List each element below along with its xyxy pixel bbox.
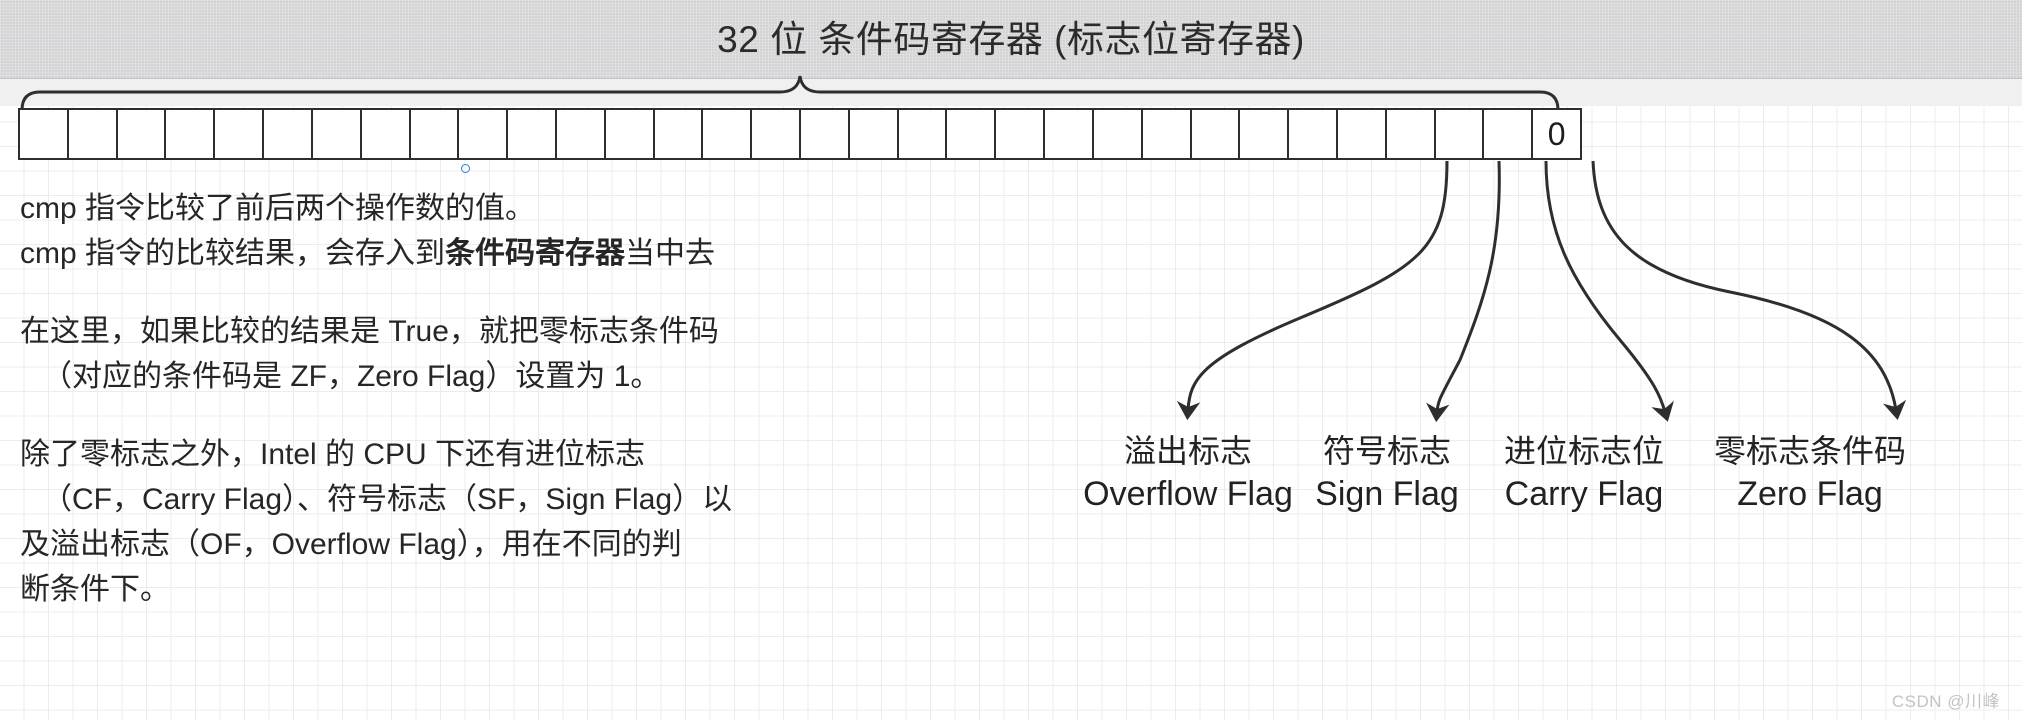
paragraph-1-line-2-suffix: 当中去 [625, 237, 716, 270]
register-bit-7 [1192, 110, 1241, 158]
arrow-to-zero-flag [1591, 160, 1907, 421]
register-bit-5 [1289, 110, 1338, 158]
paragraph-3: 除了零标志之外，Intel 的 CPU 下还有进位标志 （CF，Carry Fl… [20, 432, 740, 612]
register-bit-17 [703, 110, 753, 158]
register-bit-27 [215, 110, 265, 158]
register-bit-30 [69, 110, 118, 158]
register-bit-0: 0 [1547, 116, 1566, 152]
arrow-to-sign-flag [1426, 160, 1501, 423]
paragraph-2: 在这里，如果比较的结果是 True，就把零标志条件码 （对应的条件码是 ZF，Z… [20, 309, 740, 399]
register-bit-9 [1094, 110, 1143, 158]
register-bit-11 [996, 110, 1046, 158]
paragraph-1-line-2-bold: 条件码寄存器 [445, 237, 626, 270]
register-bit-10 [1045, 110, 1094, 158]
flag-label-zero: 零标志条件码 Zero Flag [1690, 430, 1930, 516]
register-bit-29 [118, 110, 167, 158]
flag-label-sign-en: Sign Flag [1315, 475, 1459, 513]
register-bit-8 [1143, 110, 1192, 158]
flag-label-carry-cn: 进位标志位 [1503, 433, 1664, 469]
flag-label-overflow: 溢出标志 Overflow Flag [1068, 430, 1308, 516]
register-bit-1 [1484, 110, 1534, 158]
register-bit-16 [752, 110, 801, 158]
page-title: 32 位 条件码寄存器 (标志位寄存器) [717, 19, 1305, 60]
register-bit-21 [508, 110, 557, 158]
paragraph-1-line-2-prefix: cmp 指令的比较结果，会存入到 [20, 237, 446, 270]
register-bit-18 [655, 110, 704, 158]
condition-code-register: 0 [18, 108, 1582, 160]
register-bit-14 [850, 110, 899, 158]
paragraph-3-line-4: 断条件下。 [20, 573, 170, 606]
register-bit-24 [362, 110, 411, 158]
flag-label-carry: 进位标志位 Carry Flag [1468, 430, 1700, 516]
paragraph-1-line-1: cmp 指令比较了前后两个操作数的值。 [20, 192, 536, 225]
flag-label-zero-en: Zero Flag [1737, 475, 1883, 513]
paragraph-3-line-2: （CF，Carry Flag）、符号标志（SF，Sign Flag）以 [42, 483, 733, 516]
paragraph-1-line-2: cmp 指令的比较结果，会存入到条件码寄存器当中去 [20, 231, 740, 276]
register-bit-6 [1240, 110, 1290, 158]
register-bit-19 [606, 110, 655, 158]
register-bit-26 [264, 110, 313, 158]
paragraph-3-line-1: 除了零标志之外，Intel 的 CPU 下还有进位标志 [20, 438, 646, 471]
register-bit-3 [1387, 110, 1436, 158]
flag-label-carry-en: Carry Flag [1504, 475, 1664, 513]
register-bit-13 [899, 110, 948, 158]
register-bit-12 [947, 110, 997, 158]
register-bit-23 [411, 110, 460, 158]
register-bit-31 [20, 110, 69, 158]
register-bit-22 [459, 110, 509, 158]
flag-label-sign: 符号标志 Sign Flag [1292, 430, 1482, 516]
register-bit-4 [1338, 110, 1387, 158]
arrow-to-overflow-flag [1176, 160, 1449, 421]
flag-label-zero-cn: 零标志条件码 [1713, 433, 1906, 469]
register-bit-28 [166, 110, 216, 158]
register-bit-2 [1436, 110, 1485, 158]
flag-label-sign-cn: 符号标志 [1322, 433, 1451, 469]
explanation-text: cmp 指令比较了前后两个操作数的值。 cmp 指令的比较结果，会存入到条件码寄… [20, 186, 740, 612]
register-bit-15 [801, 110, 850, 158]
paragraph-3-line-3: 及溢出标志（OF，Overflow Flag），用在不同的判 [20, 528, 682, 561]
flag-label-overflow-cn: 溢出标志 [1123, 433, 1252, 469]
register-bit-20 [557, 110, 606, 158]
diagram-canvas: 32 位 条件码寄存器 (标志位寄存器) 0 cmp 指令比较了前后两个操作数的… [0, 0, 2022, 720]
paragraph-2-line-2: （对应的条件码是 ZF，Zero Flag）设置为 1。 [42, 360, 661, 393]
paragraph-1: cmp 指令比较了前后两个操作数的值。 cmp 指令的比较结果，会存入到条件码寄… [20, 186, 740, 276]
brace-band [0, 79, 2022, 106]
watermark: CSDN @川峰 [1891, 692, 2000, 711]
blue-dot-marker [461, 164, 470, 173]
flag-label-overflow-en: Overflow Flag [1083, 475, 1293, 513]
paragraph-2-line-1: 在这里，如果比较的结果是 True，就把零标志条件码 [20, 315, 719, 348]
arrow-to-carry-flag [1544, 160, 1674, 422]
register-bit-25 [313, 110, 362, 158]
